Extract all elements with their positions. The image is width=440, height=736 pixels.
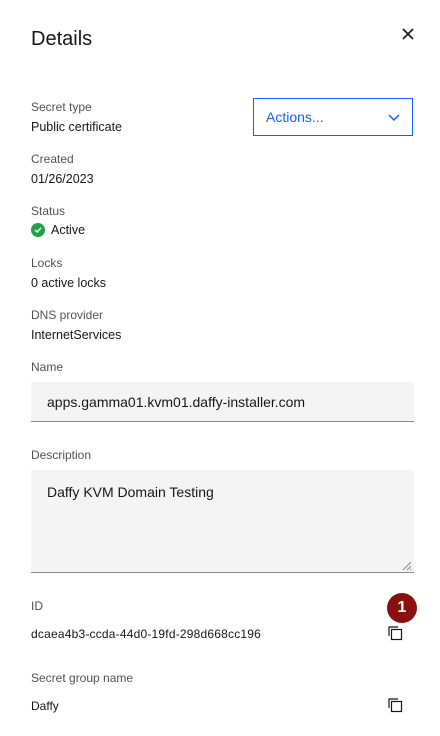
panel-title: Details (31, 28, 93, 50)
secret-type-label: Secret type (31, 100, 92, 114)
secret-type-value: Public certificate (31, 120, 123, 134)
resize-handle-icon[interactable] (400, 558, 412, 571)
description-textarea[interactable]: Daffy KVM Domain Testing (31, 470, 414, 573)
close-icon[interactable] (398, 24, 418, 44)
status-badge: Active (31, 223, 85, 237)
dns-provider-value: InternetServices (31, 328, 122, 342)
secret-group-value: Daffy (31, 699, 59, 713)
name-input[interactable]: apps.gamma01.kvm01.daffy-installer.com (31, 382, 414, 422)
actions-dropdown[interactable]: Actions... (253, 98, 413, 136)
actions-dropdown-label: Actions... (266, 109, 324, 125)
name-label: Name (31, 360, 64, 374)
locks-value: 0 active locks (31, 276, 107, 290)
status-label: Status (31, 204, 66, 218)
details-panel: Details Secret type Public certificate A… (0, 0, 440, 736)
description-value: Daffy KVM Domain Testing (47, 484, 214, 500)
annotation-badge: 1 (387, 593, 417, 623)
id-value: dcaea4b3-ccda-44d0-19fd-298d668cc196 (31, 627, 262, 641)
secret-group-label: Secret group name (31, 671, 134, 685)
chevron-down-icon (388, 109, 400, 125)
dns-provider-label: DNS provider (31, 308, 104, 322)
copy-id-icon[interactable] (387, 625, 405, 643)
checkmark-filled-icon (31, 223, 45, 237)
id-label: ID (31, 599, 43, 613)
description-label: Description (31, 448, 92, 462)
copy-group-icon[interactable] (387, 697, 405, 715)
created-label: Created (31, 152, 74, 166)
locks-label: Locks (31, 256, 63, 270)
status-value: Active (51, 223, 86, 237)
created-value: 01/26/2023 (31, 172, 94, 186)
